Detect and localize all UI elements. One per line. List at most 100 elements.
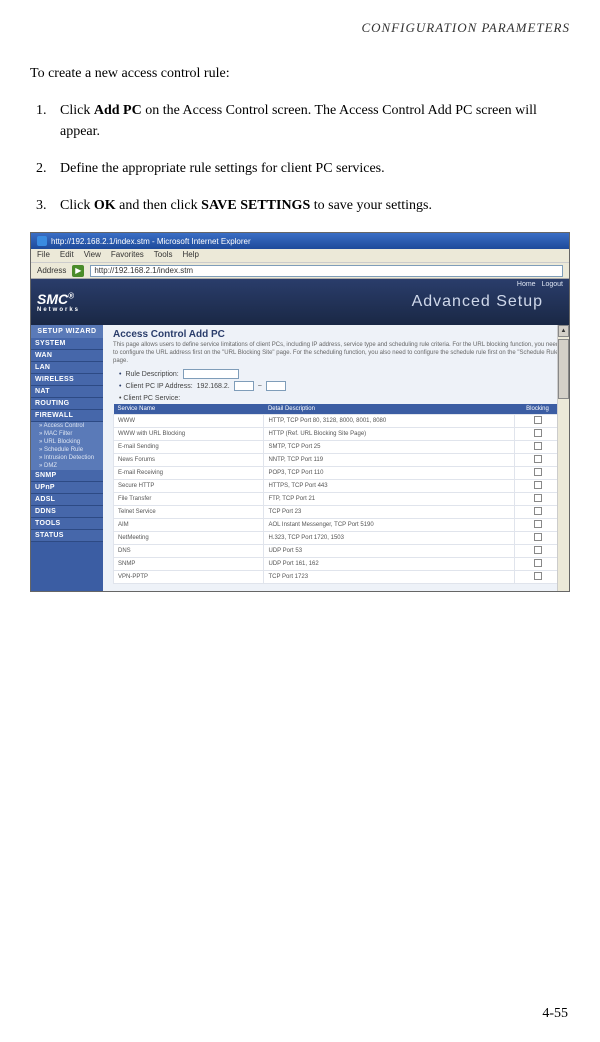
blocking-checkbox[interactable] xyxy=(534,559,542,567)
blocking-checkbox[interactable] xyxy=(534,533,542,541)
nav-wan[interactable]: WAN xyxy=(31,350,103,362)
table-row: DNSUDP Port 53 xyxy=(114,545,561,558)
table-row: WWW with URL BlockingHTTP (Ref. URL Bloc… xyxy=(114,428,561,441)
table-row: File TransferFTP, TCP Port 21 xyxy=(114,493,561,506)
blocking-checkbox[interactable] xyxy=(534,572,542,580)
ie-icon xyxy=(37,236,47,246)
content-wrap: SETUP WIZARD SYSTEM WAN LAN WIRELESS NAT… xyxy=(31,325,569,591)
blocking-checkbox[interactable] xyxy=(534,494,542,502)
menu-help[interactable]: Help xyxy=(182,250,198,261)
browser-titlebar: http://192.168.2.1/index.stm - Microsoft… xyxy=(31,233,569,249)
blocking-checkbox[interactable] xyxy=(534,481,542,489)
service-label: Client PC Service: xyxy=(123,395,180,402)
nav-snmp[interactable]: SNMP xyxy=(31,470,103,482)
nav-sub-access-control[interactable]: » Access Control xyxy=(31,422,103,430)
go-icon[interactable]: ▶ xyxy=(72,265,84,277)
rule-desc-input[interactable] xyxy=(183,369,239,379)
step-3-mid: and then click xyxy=(116,198,202,213)
cell-service-desc: SMTP, TCP Port 25 xyxy=(264,441,515,454)
page-banner: SMC® Networks Advanced Setup Home Logout xyxy=(31,279,569,325)
cell-service-desc: HTTP (Ref. URL Blocking Site Page) xyxy=(264,428,515,441)
intro-text: To create a new access control rule: xyxy=(30,66,570,82)
top-links: Home Logout xyxy=(517,281,563,288)
nav-lan[interactable]: LAN xyxy=(31,362,103,374)
nav-sub-url-blocking[interactable]: » URL Blocking xyxy=(31,438,103,446)
cell-service-name: AIM xyxy=(114,519,264,532)
blocking-checkbox[interactable] xyxy=(534,520,542,528)
browser-title: http://192.168.2.1/index.stm - Microsoft… xyxy=(51,237,251,246)
menu-edit[interactable]: Edit xyxy=(60,250,74,261)
link-home[interactable]: Home xyxy=(517,281,536,288)
cell-service-name: WWW xyxy=(114,415,264,428)
cell-blocking xyxy=(515,441,561,454)
main-panel: Access Control Add PC This page allows u… xyxy=(103,325,569,591)
nav-routing[interactable]: ROUTING xyxy=(31,398,103,410)
step-3: Click OK and then click SAVE SETTINGS to… xyxy=(50,195,570,216)
browser-menubar: File Edit View Favorites Tools Help xyxy=(31,249,569,263)
table-row: VPN-PPTPTCP Port 1723 xyxy=(114,571,561,584)
table-row: News ForumsNNTP, TCP Port 119 xyxy=(114,454,561,467)
cell-blocking xyxy=(515,558,561,571)
service-label-row: • Client PC Service: xyxy=(119,395,561,402)
nav-sub-mac-filter[interactable]: » MAC Filter xyxy=(31,430,103,438)
nav-ddns[interactable]: DDNS xyxy=(31,506,103,518)
address-input[interactable]: http://192.168.2.1/index.stm xyxy=(90,265,563,277)
blocking-checkbox[interactable] xyxy=(534,442,542,450)
blocking-checkbox[interactable] xyxy=(534,546,542,554)
rule-desc-row: • Rule Description: xyxy=(119,369,561,379)
cell-service-desc: HTTP, TCP Port 80, 3128, 8000, 8001, 808… xyxy=(264,415,515,428)
cell-blocking xyxy=(515,571,561,584)
table-row: AIMAOL Instant Messenger, TCP Port 5190 xyxy=(114,519,561,532)
nav-tools[interactable]: TOOLS xyxy=(31,518,103,530)
nav-sub-schedule-rule[interactable]: » Schedule Rule xyxy=(31,446,103,454)
blocking-checkbox[interactable] xyxy=(534,507,542,515)
nav-system[interactable]: SYSTEM xyxy=(31,338,103,350)
blocking-checkbox[interactable] xyxy=(534,416,542,424)
logo-text: SMC xyxy=(37,291,68,307)
menu-view[interactable]: View xyxy=(84,250,101,261)
cell-service-desc: HTTPS, TCP Port 443 xyxy=(264,480,515,493)
ip-input-start[interactable] xyxy=(234,381,254,391)
ip-input-end[interactable] xyxy=(266,381,286,391)
setup-wizard-link[interactable]: SETUP WIZARD xyxy=(31,325,103,338)
smc-logo: SMC® Networks xyxy=(37,291,80,313)
nav-wireless[interactable]: WIRELESS xyxy=(31,374,103,386)
menu-favorites[interactable]: Favorites xyxy=(111,250,144,261)
nav-firewall[interactable]: FIREWALL xyxy=(31,410,103,422)
link-logout[interactable]: Logout xyxy=(542,281,563,288)
scroll-up-icon[interactable]: ▲ xyxy=(558,325,569,337)
step-3-bold-2: SAVE SETTINGS xyxy=(201,198,310,213)
cell-blocking xyxy=(515,506,561,519)
cell-service-name: News Forums xyxy=(114,454,264,467)
nav-adsl[interactable]: ADSL xyxy=(31,494,103,506)
rule-desc-label: Rule Description: xyxy=(125,371,178,378)
cell-blocking xyxy=(515,467,561,480)
scroll-thumb[interactable] xyxy=(558,339,569,399)
table-row: Telnet ServiceTCP Port 23 xyxy=(114,506,561,519)
nav-upnp[interactable]: UPnP xyxy=(31,482,103,494)
nav-status[interactable]: STATUS xyxy=(31,530,103,542)
page-header: CONFIGURATION PARAMETERS xyxy=(30,20,570,36)
nav-sub-dmz[interactable]: » DMZ xyxy=(31,462,103,470)
nav-sub-intrusion[interactable]: » Intrusion Detection xyxy=(31,454,103,462)
menu-tools[interactable]: Tools xyxy=(154,250,173,261)
cell-service-desc: UDP Port 53 xyxy=(264,545,515,558)
nav-nat[interactable]: NAT xyxy=(31,386,103,398)
cell-blocking xyxy=(515,480,561,493)
cell-service-desc: FTP, TCP Port 21 xyxy=(264,493,515,506)
banner-title: Advanced Setup xyxy=(412,293,543,311)
blocking-checkbox[interactable] xyxy=(534,468,542,476)
cell-service-name: Telnet Service xyxy=(114,506,264,519)
blocking-checkbox[interactable] xyxy=(534,429,542,437)
cell-service-desc: AOL Instant Messenger, TCP Port 5190 xyxy=(264,519,515,532)
browser-addressbar: Address ▶ http://192.168.2.1/index.stm xyxy=(31,263,569,279)
cell-blocking xyxy=(515,519,561,532)
vertical-scrollbar[interactable]: ▲ xyxy=(557,325,569,591)
cell-service-name: SNMP xyxy=(114,558,264,571)
blocking-checkbox[interactable] xyxy=(534,455,542,463)
cell-blocking xyxy=(515,454,561,467)
panel-desc: This page allows users to define service… xyxy=(113,342,561,365)
step-3-bold-1: OK xyxy=(94,198,116,213)
cell-blocking xyxy=(515,532,561,545)
menu-file[interactable]: File xyxy=(37,250,50,261)
